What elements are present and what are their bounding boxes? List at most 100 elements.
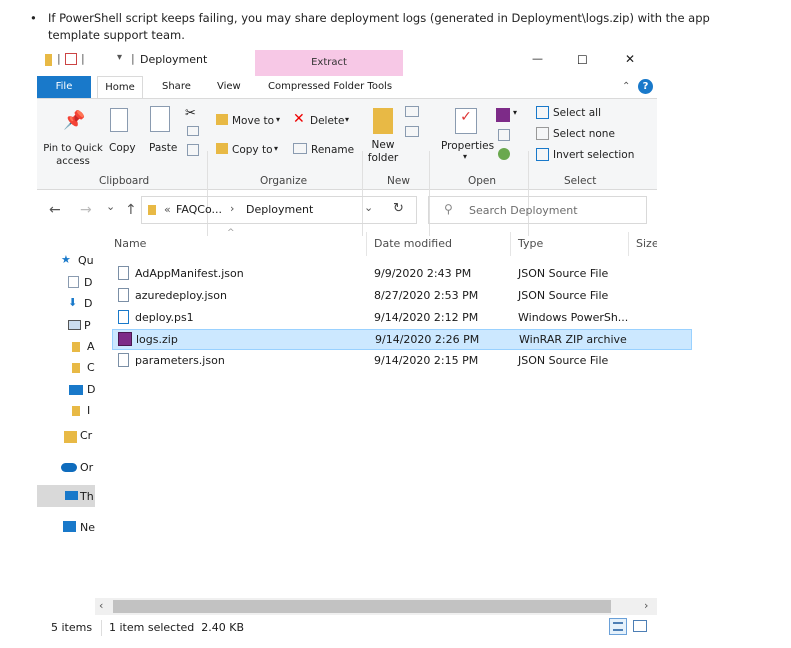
- scroll-left-icon[interactable]: ‹: [99, 599, 103, 612]
- file-date: 8/27/2020 2:53 PM: [374, 289, 479, 302]
- winrar-archive-icon: [118, 332, 132, 346]
- qat-dropdown-icon[interactable]: ▾: [117, 52, 122, 63]
- column-type[interactable]: Type: [518, 237, 543, 250]
- horizontal-scrollbar[interactable]: ‹ ›: [95, 598, 657, 615]
- nav-item[interactable]: D: [84, 276, 92, 289]
- table-row[interactable]: AdAppManifest.json 9/9/2020 2:43 PM JSON…: [112, 264, 692, 284]
- tab-share[interactable]: Share: [162, 81, 191, 92]
- collapse-ribbon-icon[interactable]: ⌃: [622, 81, 630, 92]
- properties-icon: ✓: [455, 108, 477, 134]
- new-folder-button[interactable]: New folder: [365, 139, 401, 165]
- search-icon: ⚲: [444, 202, 453, 216]
- file-type: WinRAR ZIP archive: [519, 333, 627, 346]
- nav-item[interactable]: Or: [80, 461, 93, 474]
- breadcrumb-faqco[interactable]: FAQCo...: [176, 203, 222, 216]
- table-row[interactable]: parameters.json 9/14/2020 2:15 PM JSON S…: [112, 351, 692, 371]
- nav-item[interactable]: I: [87, 404, 90, 417]
- close-button[interactable]: ✕: [625, 52, 635, 66]
- back-button[interactable]: ←: [49, 202, 61, 218]
- copy-path-icon[interactable]: [187, 126, 199, 136]
- file-name: parameters.json: [135, 354, 225, 367]
- title-separator: |: [57, 52, 61, 65]
- extract-context-header: Extract: [255, 50, 403, 76]
- maximize-button[interactable]: ☐: [577, 53, 588, 67]
- large-icons-view-button[interactable]: [633, 620, 647, 632]
- group-organize: Organize: [260, 175, 308, 187]
- nav-item[interactable]: D: [84, 297, 92, 310]
- tab-file[interactable]: File: [37, 76, 91, 98]
- copy-button[interactable]: Copy: [109, 142, 136, 154]
- explorer-window: | | ▾ | Deployment Extract — ☐ ✕ File Ho…: [37, 48, 692, 645]
- nav-item[interactable]: Cr: [80, 429, 92, 442]
- column-name[interactable]: Name: [114, 237, 146, 250]
- open-with-icon[interactable]: [496, 108, 510, 122]
- nav-quick-access[interactable]: Qu: [78, 254, 94, 267]
- select-all-button[interactable]: Select all: [553, 107, 601, 119]
- this-pc-icon: [65, 491, 78, 500]
- json-file-icon: [118, 266, 129, 280]
- copy-to-dropdown-icon[interactable]: ▾: [274, 144, 278, 153]
- tab-compressed-folder-tools[interactable]: Compressed Folder Tools: [268, 81, 392, 92]
- paste-button[interactable]: Paste: [149, 142, 177, 154]
- paste-shortcut-icon[interactable]: [187, 144, 199, 156]
- open-dropdown-icon[interactable]: ▾: [513, 108, 517, 117]
- search-input[interactable]: Search Deployment: [469, 204, 578, 217]
- json-file-icon: [118, 353, 129, 367]
- nav-network[interactable]: Ne: [80, 521, 95, 534]
- paste-icon: [150, 106, 170, 132]
- nav-this-pc[interactable]: Th: [80, 490, 94, 503]
- refresh-icon[interactable]: ↻: [393, 201, 404, 216]
- tab-view[interactable]: View: [217, 81, 241, 92]
- delete-button[interactable]: Delete: [310, 115, 345, 127]
- help-icon[interactable]: ?: [638, 79, 653, 94]
- table-row-selected[interactable]: logs.zip 9/14/2020 2:26 PM WinRAR ZIP ar…: [112, 329, 692, 350]
- table-row[interactable]: deploy.ps1 9/14/2020 2:12 PM Windows Pow…: [112, 308, 692, 328]
- minimize-button[interactable]: —: [532, 52, 543, 65]
- address-dropdown-icon[interactable]: ⌄: [364, 201, 373, 214]
- creative-cloud-folder-icon: [64, 431, 77, 443]
- nav-item[interactable]: C: [87, 361, 95, 374]
- search-box[interactable]: ⚲ Search Deployment: [428, 196, 647, 224]
- properties-qat-icon[interactable]: [65, 53, 77, 65]
- select-none-button[interactable]: Select none: [553, 128, 615, 140]
- status-selection: 1 item selected 2.40 KB: [109, 621, 245, 634]
- folder-icon: [45, 54, 52, 66]
- invert-selection-icon: [536, 148, 549, 161]
- pin-to-quick-access-button[interactable]: Pin to Quick access: [43, 142, 103, 168]
- scroll-right-icon[interactable]: ›: [644, 599, 648, 612]
- status-item-count: 5 items: [51, 621, 93, 634]
- forward-button[interactable]: →: [80, 202, 92, 218]
- scrollbar-thumb[interactable]: [113, 600, 611, 613]
- title-separator-3: |: [131, 52, 135, 65]
- delete-dropdown-icon[interactable]: ▾: [345, 115, 349, 124]
- history-icon[interactable]: [498, 148, 510, 160]
- rename-button[interactable]: Rename: [311, 144, 354, 156]
- properties-button[interactable]: Properties: [441, 140, 494, 152]
- tab-home[interactable]: Home: [97, 76, 143, 99]
- desktop-icon: [68, 276, 79, 288]
- invert-selection-button[interactable]: Invert selection: [553, 149, 634, 161]
- move-to-button[interactable]: Move to: [232, 115, 274, 127]
- folder-icon: [148, 205, 156, 215]
- sort-indicator-icon: ^: [227, 228, 235, 238]
- table-row[interactable]: azuredeploy.json 8/27/2020 2:53 PM JSON …: [112, 286, 692, 306]
- details-view-button[interactable]: [609, 618, 627, 635]
- recent-locations-button[interactable]: ⌄: [106, 200, 115, 213]
- new-item-icon[interactable]: [405, 106, 419, 117]
- properties-dropdown-icon[interactable]: ▾: [463, 152, 467, 161]
- copy-to-button[interactable]: Copy to: [232, 144, 273, 156]
- cut-icon[interactable]: ✂: [185, 106, 196, 121]
- easy-access-icon[interactable]: [405, 126, 419, 137]
- up-button[interactable]: ↑: [125, 202, 137, 218]
- nav-item[interactable]: A: [87, 340, 95, 353]
- column-date-modified[interactable]: Date modified: [374, 237, 452, 250]
- column-size[interactable]: Size: [636, 237, 657, 250]
- nav-item[interactable]: P: [84, 319, 91, 332]
- breadcrumb-overflow[interactable]: «: [164, 203, 171, 216]
- address-bar[interactable]: « FAQCo... › Deployment ⌄ ↻: [141, 196, 417, 224]
- breadcrumb-deployment[interactable]: Deployment: [246, 203, 313, 216]
- note-line-2: template support team.: [48, 28, 185, 42]
- edit-icon[interactable]: [498, 129, 510, 141]
- nav-item[interactable]: D: [87, 383, 95, 396]
- move-to-dropdown-icon[interactable]: ▾: [276, 115, 280, 124]
